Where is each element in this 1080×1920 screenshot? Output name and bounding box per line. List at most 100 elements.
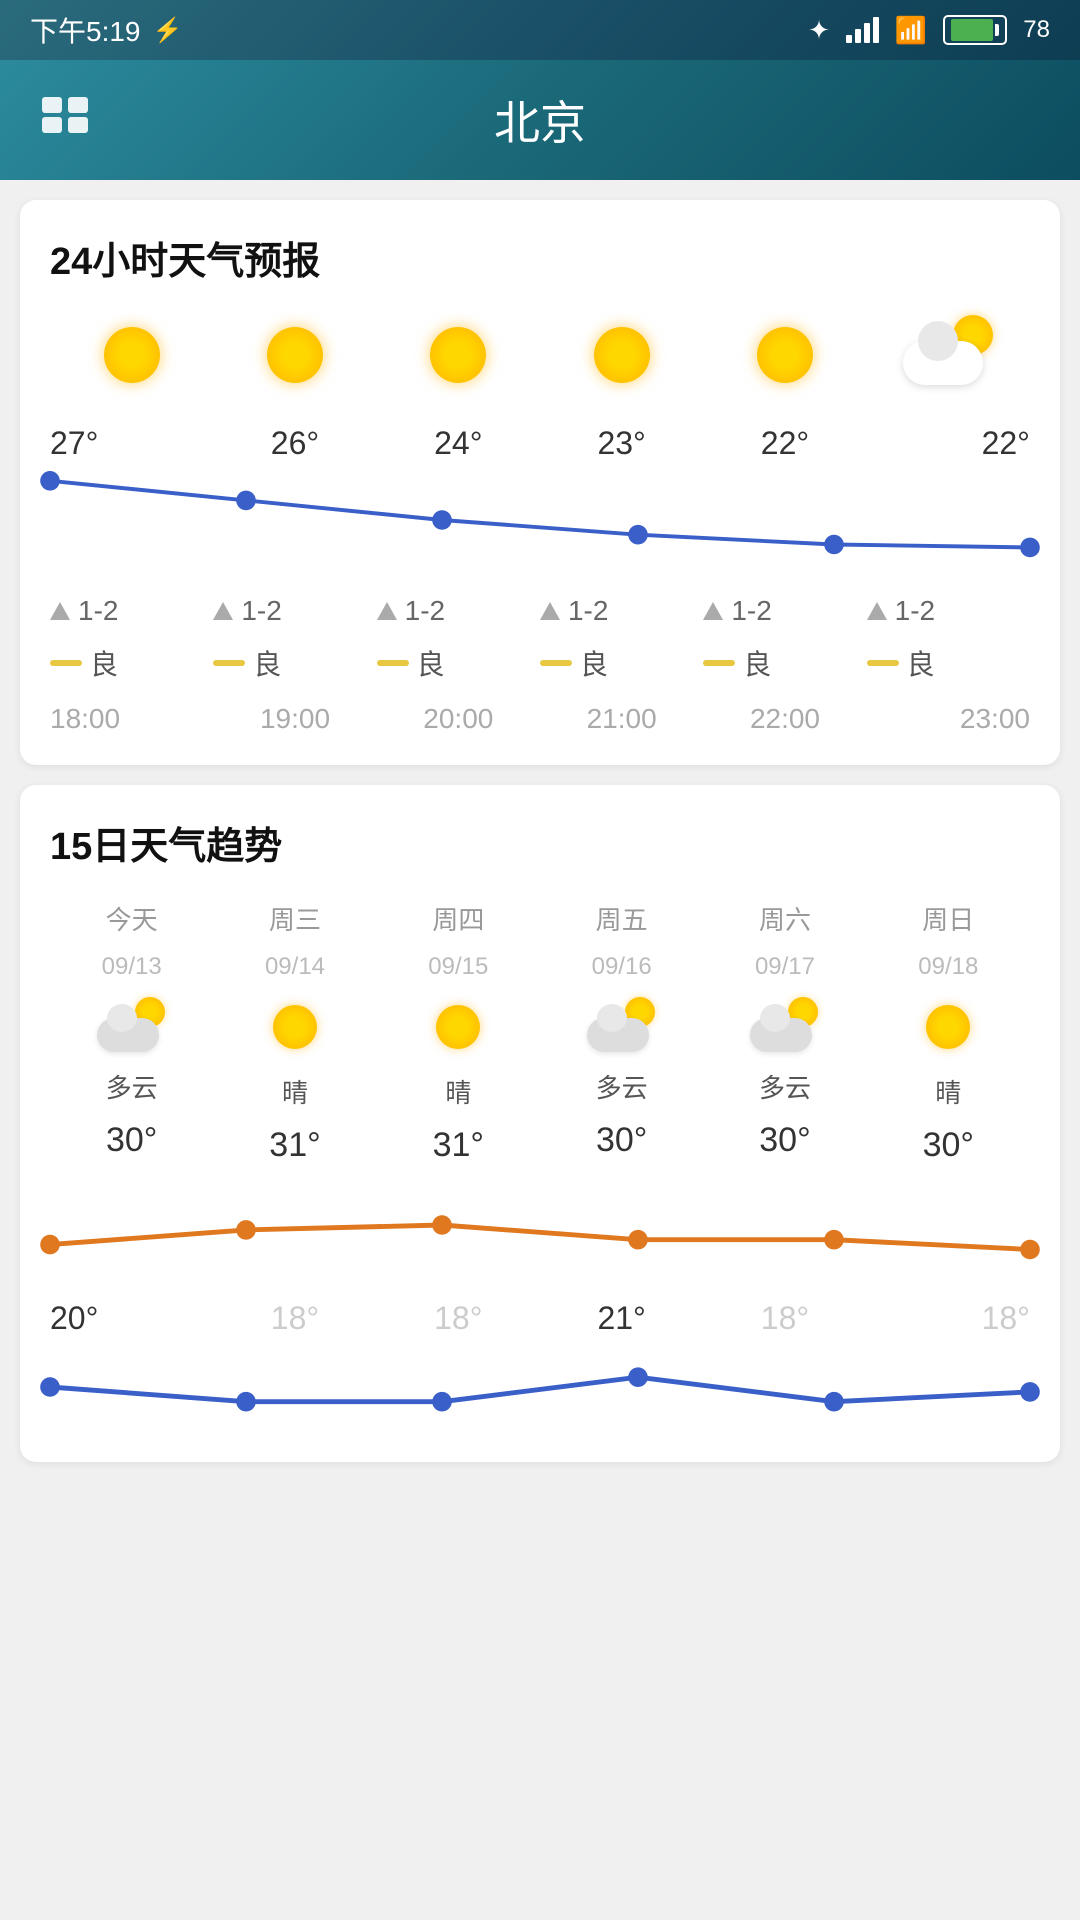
sun-icon-2: [418, 315, 498, 395]
low-temp-0: 20°: [50, 1300, 213, 1337]
aqi-item-0: 良: [50, 643, 213, 683]
wind-item-2: 1-2: [377, 595, 540, 627]
time-row: 18:00 19:00 20:00 21:00 22:00 23:00: [50, 703, 1030, 735]
sun-icon-3: [582, 315, 662, 395]
low-temp-3: 21°: [540, 1300, 703, 1337]
temp-label-3: 23°: [540, 425, 703, 462]
status-right: ✦ 📶 78: [808, 15, 1050, 46]
aqi-bar-4: [703, 660, 735, 666]
wind-label-2: 1-2: [405, 595, 445, 627]
city-title: 北京: [494, 87, 586, 153]
aqi-bar-0: [50, 660, 82, 666]
forecast-date-2: 09/15: [428, 953, 488, 981]
wind-label-1: 1-2: [241, 595, 281, 627]
wind-arrow-5: [867, 602, 887, 620]
hourly-item-3: [540, 315, 703, 395]
bluetooth-icon: ✦: [808, 15, 830, 46]
forecast-date-4: 09/17: [755, 953, 815, 981]
battery-indicator: [943, 15, 1007, 45]
time-label-4: 22:00: [703, 703, 866, 735]
wind-item-3: 1-2: [540, 595, 703, 627]
aqi-item-4: 良: [703, 643, 866, 683]
aqi-item-5: 良: [867, 643, 1030, 683]
sun-icon-fc-5: [918, 997, 978, 1057]
forecast-col-4: 周六 09/17 多云 30°: [703, 900, 866, 1160]
signal-icon: [846, 17, 879, 43]
cloudy-sun-icon-5: [903, 315, 993, 385]
battery-label: 78: [1023, 16, 1050, 44]
time-label-1: 19:00: [213, 703, 376, 735]
wind-arrow-3: [540, 602, 560, 620]
aqi-bar-5: [867, 660, 899, 666]
forecast-high-5: 30°: [923, 1126, 974, 1165]
temp-label-4: 22°: [703, 425, 866, 462]
temp-label-0: 27°: [50, 425, 213, 462]
aqi-label-1: 良: [253, 643, 281, 683]
cloudy-icon-3: [587, 997, 657, 1052]
forecast-high-2: 31°: [433, 1126, 484, 1165]
app-header: 北京: [0, 60, 1080, 180]
aqi-item-1: 良: [213, 643, 376, 683]
low-temp-5: 18°: [867, 1300, 1030, 1337]
low-temp-chart: [50, 1347, 1030, 1432]
forecast-col-5: 周日 09/18 晴 30°: [867, 900, 1030, 1165]
temp-chart: 27° 26° 24° 23° 22° 22°: [50, 415, 1030, 595]
aqi-bar-3: [540, 660, 572, 666]
forecast-day-4: 周六: [759, 900, 811, 937]
forecast-col-1: 周三 09/14 晴 31°: [213, 900, 376, 1165]
wind-label-5: 1-2: [895, 595, 935, 627]
aqi-label-3: 良: [580, 643, 608, 683]
temp-line-chart: [50, 470, 1030, 570]
time-label-2: 20:00: [377, 703, 540, 735]
forecast-weather-5: 晴: [935, 1073, 961, 1110]
hourly-item-1: [213, 315, 376, 395]
aqi-label-2: 良: [417, 643, 445, 683]
cloudy-icon-4: [750, 997, 820, 1052]
low-temp-1: 18°: [213, 1300, 376, 1337]
aqi-bar-1: [213, 660, 245, 666]
menu-icon[interactable]: [40, 95, 90, 145]
forecast-section-title: 15日天气趋势: [50, 815, 1030, 870]
forecast-day-2: 周四: [432, 900, 484, 937]
aqi-label-0: 良: [90, 643, 118, 683]
wind-row: 1-2 1-2 1-2 1-2 1-2 1-2: [50, 595, 1030, 627]
hourly-section-title: 24小时天气预报: [50, 230, 1030, 285]
aqi-label-4: 良: [743, 643, 771, 683]
hourly-item-0: [50, 315, 213, 395]
wind-item-4: 1-2: [703, 595, 866, 627]
forecast-col-2: 周四 09/15 晴 31°: [377, 900, 540, 1165]
forecast-weather-2: 晴: [445, 1073, 471, 1110]
lightning-icon: ⚡: [153, 16, 183, 45]
aqi-label-5: 良: [907, 643, 935, 683]
time-label-3: 21:00: [540, 703, 703, 735]
forecast-day-1: 周三: [269, 900, 321, 937]
forecast-day-0: 今天: [106, 900, 158, 937]
forecast-day-5: 周日: [922, 900, 974, 937]
forecast-date-0: 09/13: [102, 953, 162, 981]
hourly-item-5: [867, 315, 1030, 385]
temp-label-5: 22°: [867, 425, 1030, 462]
temp-label-2: 24°: [377, 425, 540, 462]
sun-icon-0: [92, 315, 172, 395]
temp-label-1: 26°: [213, 425, 376, 462]
wind-arrow-2: [377, 602, 397, 620]
wind-item-5: 1-2: [867, 595, 1030, 627]
forecast-high-1: 31°: [269, 1126, 320, 1165]
low-temp-4: 18°: [703, 1300, 866, 1337]
forecast-high-4: 30°: [759, 1121, 810, 1160]
status-bar: 下午5:19 ⚡ ✦ 📶 78: [0, 0, 1080, 60]
aqi-row: 良 良 良 良 良 良: [50, 643, 1030, 683]
forecast-high-3: 30°: [596, 1121, 647, 1160]
sun-icon-fc-1: [265, 997, 325, 1057]
hourly-item-2: [377, 315, 540, 395]
high-temp-chart: [50, 1185, 1030, 1270]
main-content: 24小时天气预报: [0, 200, 1080, 1462]
sun-icon-fc-2: [428, 997, 488, 1057]
sun-icon-1: [255, 315, 335, 395]
hourly-forecast-card: 24小时天气预报: [20, 200, 1060, 765]
forecast-high-0: 30°: [106, 1121, 157, 1160]
temp-labels-row: 27° 26° 24° 23° 22° 22°: [50, 425, 1030, 462]
low-temp-2: 18°: [377, 1300, 540, 1337]
forecast-weather-4: 多云: [759, 1068, 811, 1105]
time-label-0: 18:00: [50, 703, 213, 735]
